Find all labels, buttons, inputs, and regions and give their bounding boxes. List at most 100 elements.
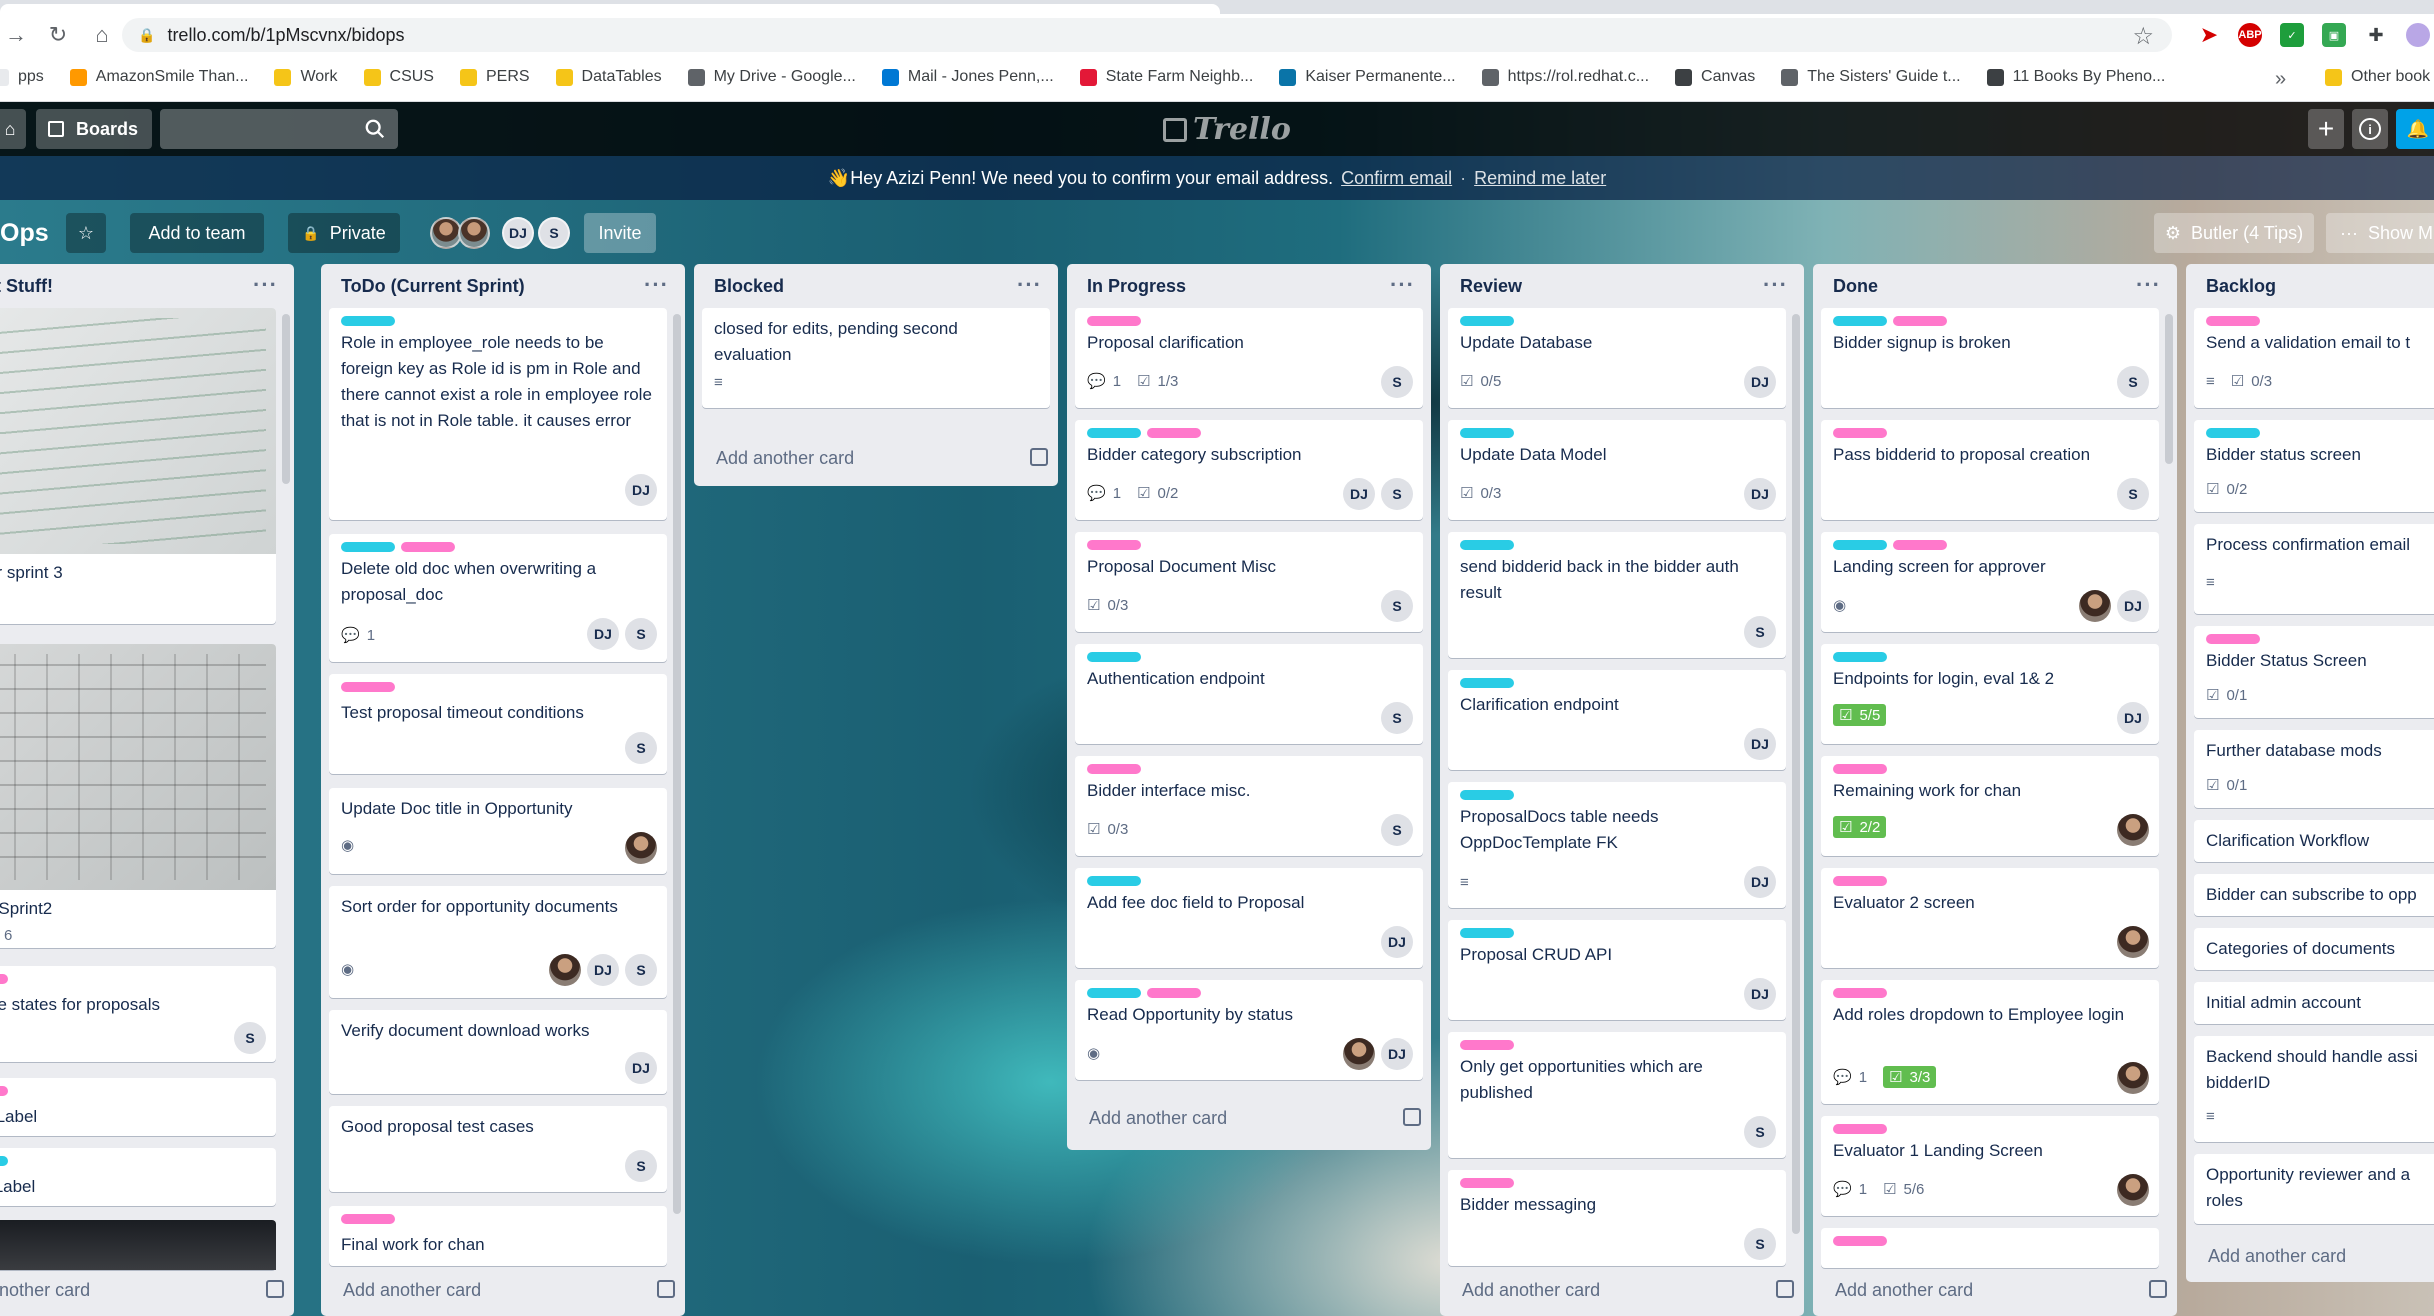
card-template-icon[interactable] bbox=[2149, 1280, 2167, 1298]
member-avatar[interactable]: DJ bbox=[587, 954, 619, 986]
bookmark-item[interactable]: AmazonSmile Than... bbox=[69, 68, 248, 86]
card[interactable]: Pass bidderid to proposal creation S bbox=[1821, 420, 2159, 520]
member-avatar-dj[interactable]: DJ bbox=[502, 217, 534, 249]
card[interactable]: Proposal CRUD API DJ bbox=[1448, 920, 1786, 1020]
card-template-icon[interactable] bbox=[266, 1280, 284, 1298]
card[interactable]: Bidder messaging S bbox=[1448, 1170, 1786, 1266]
member-avatar[interactable]: DJ bbox=[1744, 366, 1776, 398]
member-avatar[interactable]: DJ bbox=[1744, 478, 1776, 510]
card[interactable]: kend Label bbox=[0, 1078, 276, 1136]
card[interactable]: Remaining work for chan ☑ 2/2 bbox=[1821, 756, 2159, 856]
bookmark-item[interactable]: State Farm Neighb... bbox=[1079, 68, 1253, 86]
card[interactable]: Verify document download works DJ bbox=[329, 1010, 667, 1094]
card[interactable]: Update Database ☑ 0/5 DJ bbox=[1448, 308, 1786, 408]
invite-button[interactable]: Invite bbox=[584, 213, 656, 253]
bookmark-item[interactable]: The Sisters' Guide t... bbox=[1781, 68, 1961, 86]
add-card-button[interactable]: Add another card bbox=[1440, 1270, 1804, 1310]
add-card-button[interactable]: Add another card bbox=[694, 438, 1058, 478]
list-header[interactable]: Review ··· bbox=[1440, 264, 1804, 308]
add-card-button[interactable]: Add another card bbox=[1067, 1098, 1431, 1138]
card[interactable]: closed for edits, pending second evaluat… bbox=[702, 308, 1050, 408]
list-scrollbar[interactable] bbox=[673, 314, 681, 1214]
address-bar[interactable]: 🔒 trello.com/b/1pMscvnx/bidops ☆ bbox=[122, 18, 2172, 52]
extensions-puzzle-icon[interactable]: ✚ bbox=[2364, 23, 2388, 47]
info-button[interactable]: i bbox=[2352, 109, 2388, 149]
member-avatar[interactable]: DJ bbox=[1381, 926, 1413, 958]
list-header[interactable]: In Progress ··· bbox=[1067, 264, 1431, 308]
member-avatar[interactable]: S bbox=[2117, 366, 2149, 398]
card[interactable]: Delete old doc when overwriting a propos… bbox=[329, 534, 667, 662]
card-template-icon[interactable] bbox=[1776, 1280, 1794, 1298]
card[interactable]: Proposal clarification 💬 1 ☑ 1/3 S bbox=[1075, 308, 1423, 408]
list-menu-icon[interactable]: ··· bbox=[253, 272, 278, 298]
add-to-team-button[interactable]: Add to team bbox=[130, 213, 264, 253]
card[interactable]: Evaluator 1 Landing Screen 💬 1 ☑ 5/6 bbox=[1821, 1116, 2159, 1216]
member-avatar-photo[interactable] bbox=[549, 954, 581, 986]
card-template-icon[interactable] bbox=[1030, 448, 1048, 466]
add-card-button[interactable]: Add another card bbox=[1813, 1270, 2177, 1310]
card[interactable]: send bidderid back in the bidder auth re… bbox=[1448, 532, 1786, 658]
reload-icon[interactable]: ↻ bbox=[42, 19, 74, 51]
card[interactable]: Only get opportunities which are publish… bbox=[1448, 1032, 1786, 1158]
card[interactable]: Final work for chan bbox=[329, 1206, 667, 1266]
card[interactable]: Sort order for opportunity documents ◉ D… bbox=[329, 886, 667, 998]
list-menu-icon[interactable]: ··· bbox=[1390, 272, 1415, 298]
bookmark-star-icon[interactable]: ☆ bbox=[2132, 22, 2154, 51]
list-header[interactable]: ToDo (Current Sprint) ··· bbox=[321, 264, 685, 308]
member-avatar[interactable]: DJ bbox=[1381, 1038, 1413, 1070]
card[interactable]: Bidder Status Screen ☑ 0/1 bbox=[2194, 626, 2434, 718]
adblock-icon[interactable]: ABP bbox=[2238, 23, 2262, 47]
card[interactable]: Add fee doc field to Proposal DJ bbox=[1075, 868, 1423, 968]
show-menu-button[interactable]: ··· Show M bbox=[2326, 213, 2434, 253]
checkmark-extension-icon[interactable]: ✓ bbox=[2280, 23, 2304, 47]
card[interactable]: Update Data Model ☑ 0/3 DJ bbox=[1448, 420, 1786, 520]
board-search-input[interactable] bbox=[160, 109, 398, 149]
member-avatar-photo[interactable] bbox=[2079, 590, 2111, 622]
card[interactable]: Evaluator 2 screen bbox=[1821, 868, 2159, 968]
member-avatar[interactable]: S bbox=[1744, 616, 1776, 648]
member-avatar-s[interactable]: S bbox=[538, 217, 570, 249]
member-avatar-photo[interactable] bbox=[458, 217, 490, 249]
list-header[interactable]: ortant Stuff! ··· bbox=[0, 264, 294, 308]
remind-later-link[interactable]: Remind me later bbox=[1474, 168, 1606, 189]
active-tab[interactable] bbox=[0, 4, 1220, 14]
card-template-icon[interactable] bbox=[657, 1280, 675, 1298]
member-avatar[interactable]: S bbox=[1381, 590, 1413, 622]
member-avatar[interactable]: DJ bbox=[1744, 728, 1776, 760]
card[interactable]: rd for Sprint2 1 📎6 bbox=[0, 644, 276, 948]
card[interactable]: Update Doc title in Opportunity ◉ bbox=[329, 788, 667, 874]
trello-logo[interactable]: Trello bbox=[1163, 112, 1291, 147]
card[interactable]: Endpoints for login, eval 1& 2 ☑ 5/5 DJ bbox=[1821, 644, 2159, 744]
card[interactable]: Test proposal timeout conditions S bbox=[329, 674, 667, 774]
other-bookmarks-folder[interactable]: Other book bbox=[2325, 68, 2430, 86]
card[interactable]: Bidder interface misc. ☑ 0/3 S bbox=[1075, 756, 1423, 856]
bookmark-item[interactable]: Work bbox=[274, 68, 338, 86]
member-avatar-photo[interactable] bbox=[1343, 1038, 1375, 1070]
card[interactable] bbox=[0, 1220, 276, 1270]
list-header[interactable]: Blocked ··· bbox=[694, 264, 1058, 308]
list-scrollbar[interactable] bbox=[282, 314, 290, 484]
member-avatar[interactable]: S bbox=[234, 1022, 266, 1054]
card[interactable]: Clarification Workflow bbox=[2194, 820, 2434, 862]
member-avatar[interactable]: S bbox=[625, 1150, 657, 1182]
card[interactable] bbox=[1821, 1228, 2159, 1268]
card[interactable]: Send a validation email to t ≡ ☑ 0/3 bbox=[2194, 308, 2434, 408]
member-avatar[interactable]: S bbox=[625, 732, 657, 764]
card[interactable]: ProposalDocs table needs OppDocTemplate … bbox=[1448, 782, 1786, 908]
profile-avatar-icon[interactable] bbox=[2406, 23, 2430, 47]
member-avatar-photo[interactable] bbox=[2117, 814, 2149, 846]
card[interactable]: rds for sprint 3 2 bbox=[0, 308, 276, 624]
bookmark-item[interactable]: Canvas bbox=[1675, 68, 1755, 86]
member-avatar[interactable]: S bbox=[1381, 366, 1413, 398]
bookmarks-overflow-button[interactable]: » bbox=[2275, 68, 2286, 91]
bookmark-item[interactable]: DataTables bbox=[555, 68, 662, 86]
list-menu-icon[interactable]: ··· bbox=[1763, 272, 1788, 298]
bookmark-item[interactable]: https://rol.redhat.c... bbox=[1481, 68, 1649, 86]
list-menu-icon[interactable]: ··· bbox=[2136, 272, 2161, 298]
list-scrollbar[interactable] bbox=[2165, 314, 2173, 464]
create-button[interactable]: + bbox=[2308, 109, 2344, 149]
card[interactable]: Add roles dropdown to Employee login 💬 1 … bbox=[1821, 980, 2159, 1104]
extension-green-icon[interactable]: ▣ bbox=[2322, 23, 2346, 47]
home-icon[interactable]: ⌂ bbox=[86, 19, 118, 51]
card[interactable]: Backend should handle assi bidderID ≡ bbox=[2194, 1036, 2434, 1142]
